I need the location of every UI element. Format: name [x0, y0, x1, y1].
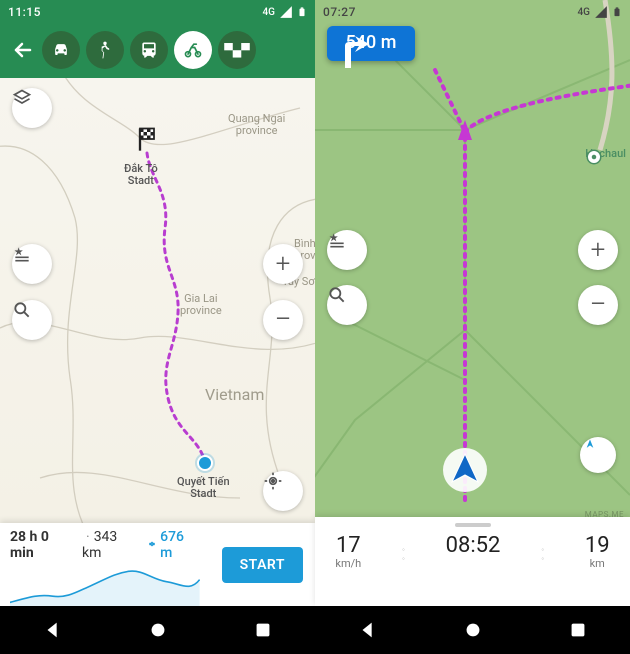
status-bar: 11:15 4G	[0, 0, 315, 22]
phone-right: 07:27 4G	[315, 0, 630, 654]
zoom-in-button[interactable]: +	[263, 244, 303, 284]
map-canvas-left[interactable]: Đắk Tô Stadt Quang Ngai province Gia Lai…	[0, 78, 315, 523]
battery-icon	[297, 5, 307, 19]
zoom-out-button[interactable]: −	[263, 300, 303, 340]
android-nav-bar	[0, 606, 315, 654]
mode-toolbar: ▀▄▀	[0, 22, 315, 78]
status-icons: 4G	[578, 5, 623, 19]
duration: 28 h 0 min	[10, 529, 76, 561]
stat-speed: 17 km/h	[335, 535, 361, 570]
route-summary-panel[interactable]: 28 h 0 min 343 km 676 m START	[0, 523, 315, 606]
label-origin: Quyết Tiến Stadt	[177, 476, 230, 500]
elevation-chart	[10, 561, 200, 609]
signal-icon	[279, 5, 293, 19]
status-clock: 07:27	[323, 5, 356, 19]
mode-walk[interactable]	[86, 31, 124, 69]
network-label: 4G	[263, 7, 276, 18]
nav-instruction: 540 m	[327, 26, 415, 61]
status-icons: 4G	[259, 5, 308, 19]
stat-remaining: 19 km	[585, 535, 610, 570]
mode-taxi[interactable]: ▀▄▀	[218, 31, 256, 69]
nav-back[interactable]	[42, 619, 64, 641]
label-quang-ngai: Quang Ngai province	[228, 113, 285, 137]
distance: 343 km	[82, 529, 140, 561]
zoom-in-button[interactable]: +	[578, 230, 618, 270]
phone-left: 11:15 4G	[0, 0, 315, 654]
elevation: 676 m	[146, 529, 200, 561]
nav-recents[interactable]	[567, 619, 589, 641]
nav-recents[interactable]	[252, 619, 274, 641]
layers-button[interactable]	[12, 88, 52, 128]
bookmarks-button[interactable]	[12, 244, 52, 284]
network-label: 4G	[578, 7, 591, 18]
label-vietnam: Vietnam	[205, 386, 264, 404]
my-location-button[interactable]	[263, 471, 303, 511]
label-dest: Đắk Tô Stadt	[124, 163, 158, 187]
android-nav-bar	[315, 606, 630, 654]
label-poi: Hochaul	[585, 148, 626, 160]
zoom-out-button[interactable]: −	[578, 285, 618, 325]
map-canvas-right[interactable]: 540 m Hochaul + − MAPS.ME	[315, 0, 630, 523]
mode-transit[interactable]	[130, 31, 168, 69]
status-bar: 07:27 4G	[315, 0, 630, 22]
stat-eta: 08:52	[446, 535, 501, 570]
nav-home[interactable]	[147, 619, 169, 641]
bookmarks-button[interactable]	[327, 230, 367, 270]
nav-home[interactable]	[462, 619, 484, 641]
signal-icon	[594, 5, 608, 19]
battery-icon	[612, 5, 622, 19]
mode-bike[interactable]	[174, 31, 212, 69]
drag-handle[interactable]	[455, 523, 491, 527]
start-button[interactable]: START	[222, 547, 303, 583]
label-gia-lai: Gia Lai province	[180, 293, 222, 317]
mode-car[interactable]	[42, 31, 80, 69]
compass-button[interactable]	[580, 437, 616, 473]
turn-right-icon	[327, 26, 375, 74]
status-clock: 11:15	[8, 5, 41, 19]
nav-back[interactable]	[357, 619, 379, 641]
search-button[interactable]	[327, 285, 367, 325]
search-button[interactable]	[12, 300, 52, 340]
back-button[interactable]	[10, 37, 36, 63]
nav-stats-panel[interactable]: 17 km/h ◦◦ 08:52 ◦◦ 19 km	[315, 517, 630, 606]
